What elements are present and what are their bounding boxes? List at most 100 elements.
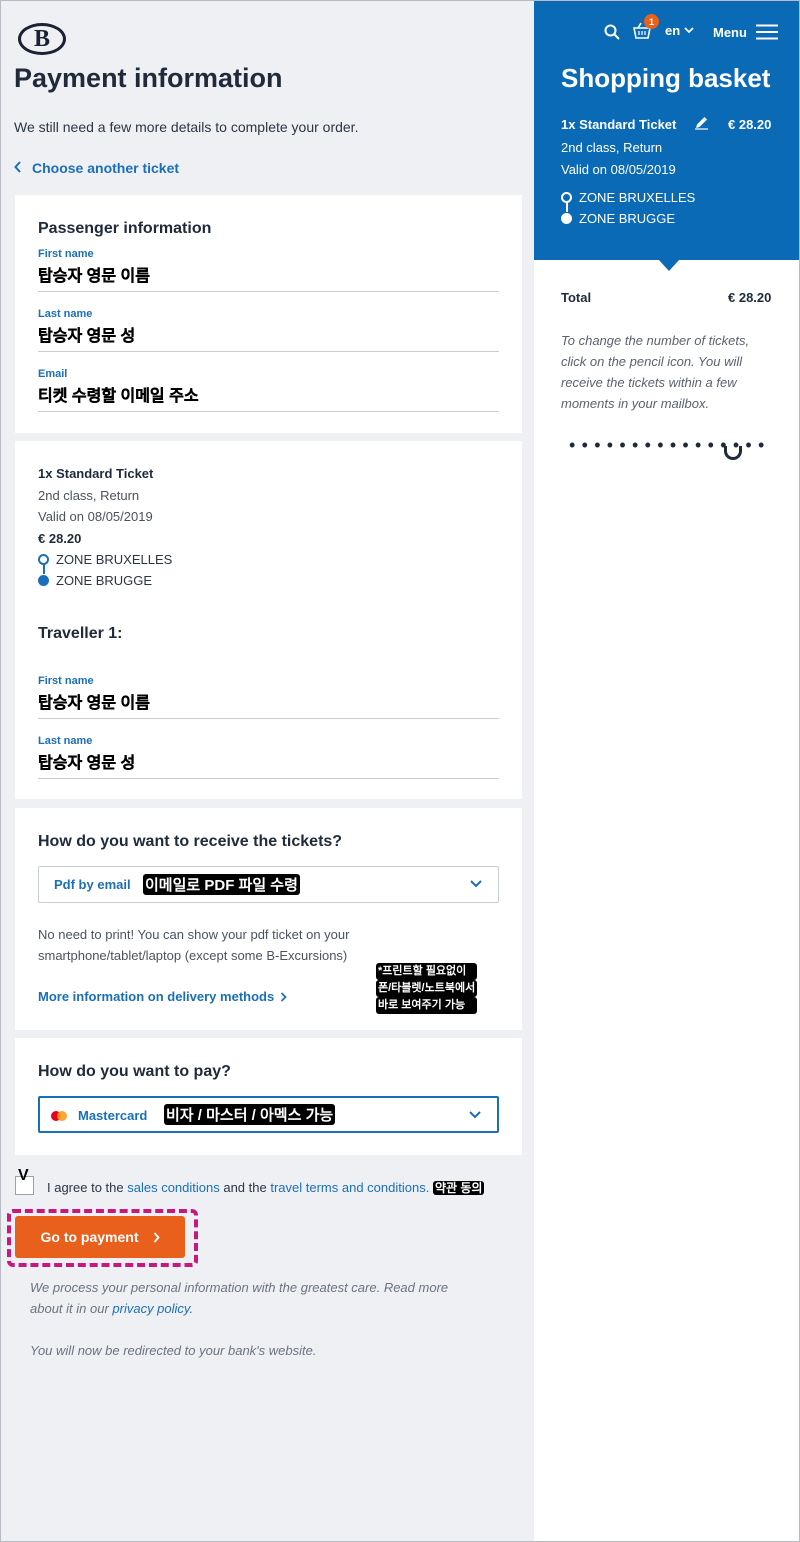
back-link-label: Choose another ticket <box>32 160 180 176</box>
total-label: Total <box>561 290 592 305</box>
route-line <box>565 202 568 212</box>
delivery-heading: How do you want to receive the tickets? <box>38 833 343 850</box>
chevron-down-icon <box>469 876 483 890</box>
checkout-form-column: B Payment information We still need a fe… <box>1 1 534 1541</box>
delivery-note: No need to print! You can show your pdf … <box>38 924 349 966</box>
payment-annotation: 비자 / 마스터 / 아멕스 가능 <box>164 1104 336 1125</box>
basket-ticket-valid: Valid on 08/05/2019 <box>561 161 676 177</box>
pencil-icon[interactable] <box>694 115 709 135</box>
basket-ticket-class: 2nd class, Return <box>561 140 663 155</box>
basket-header: 1 en Menu Shopping basket 1x Standard Ti… <box>534 1 799 260</box>
basket-route-destination: ZONE BRUGGE <box>561 208 695 229</box>
last-name-label: Last name <box>38 308 93 320</box>
traveller-last-name-value: 탑승자 영문 성 <box>38 755 136 772</box>
sncb-logo[interactable]: B <box>18 23 66 55</box>
last-name-field[interactable]: Last name 탑승자 영문 성 <box>38 308 499 352</box>
email-value: 티켓 수령할 이메일 주소 <box>38 388 199 405</box>
top-navigation: 1 en Menu <box>534 14 799 45</box>
basket-caret <box>658 259 680 271</box>
first-name-field[interactable]: First name 탑승자 영문 이름 <box>38 248 499 292</box>
passenger-info-heading: Passenger information <box>38 220 212 237</box>
basket-title: Shopping basket <box>561 63 771 93</box>
payment-selected-option: Mastercard <box>78 1108 148 1123</box>
search-icon[interactable] <box>604 24 620 45</box>
agree-text: I agree to the sales conditions and the … <box>47 1179 485 1196</box>
language-label: en <box>665 23 681 38</box>
chevron-down-icon <box>468 1107 482 1121</box>
side-note-line-2: 폰/타블렛/노트북에서 <box>376 980 478 997</box>
mastercard-icon <box>49 1109 69 1127</box>
delivery-annotation: 이메일로 PDF 파일 수령 <box>143 874 300 895</box>
travel-terms-link[interactable]: travel terms and conditions. <box>270 1180 429 1195</box>
ticket-route: ZONE BRUXELLES ZONE BRUGGE <box>38 549 172 591</box>
payment-method-card: How do you want to pay? Mastercard 비자 / … <box>15 1038 522 1155</box>
destination-dot-icon <box>561 213 572 224</box>
privacy-note: We process your personal information wit… <box>30 1277 448 1319</box>
basket-count-badge: 1 <box>644 14 659 29</box>
agree-prefix: I agree to the <box>47 1180 128 1195</box>
ticket-class: 2nd class, Return <box>38 487 140 503</box>
hamburger-icon <box>755 24 778 40</box>
choose-another-ticket-link[interactable]: Choose another ticket <box>14 160 179 176</box>
payment-method-select[interactable]: Mastercard 비자 / 마스터 / 아멕스 가능 <box>38 1096 499 1133</box>
passenger-info-card: Passenger information First name 탑승자 영문 … <box>15 195 522 433</box>
email-field[interactable]: Email 티켓 수령할 이메일 주소 <box>38 368 499 412</box>
delivery-info-link[interactable]: More information on delivery methods <box>38 989 287 1004</box>
side-note-line-3: 바로 보여주기 가능 <box>376 997 478 1014</box>
agree-annotation: 약관 동의 <box>432 1181 485 1195</box>
route-origin: ZONE BRUXELLES <box>38 549 172 570</box>
traveller-last-name-field[interactable]: Last name 탑승자 영문 성 <box>38 735 499 779</box>
basket-route-origin: ZONE BRUXELLES <box>561 187 695 208</box>
traveller-first-name-value: 탑승자 영문 이름 <box>38 695 150 712</box>
delivery-note-line-2: smartphone/tablet/laptop (except some B-… <box>38 948 348 963</box>
chevron-down-icon <box>684 27 694 34</box>
payment-heading: How do you want to pay? <box>38 1063 231 1080</box>
ticket-traveller-card: 1x Standard Ticket 2nd class, Return Val… <box>15 441 522 799</box>
delivery-method-card: How do you want to receive the tickets? … <box>15 808 522 1030</box>
destination-dot-icon <box>38 575 49 586</box>
menu-button[interactable]: Menu <box>713 24 778 40</box>
go-to-payment-button[interactable]: Go to payment <box>15 1216 185 1258</box>
route-destination: ZONE BRUGGE <box>38 570 172 591</box>
basket-route: ZONE BRUXELLES ZONE BRUGGE <box>561 187 695 229</box>
last-name-value: 탑승자 영문 성 <box>38 328 136 345</box>
traveller-first-name-field[interactable]: First name 탑승자 영문 이름 <box>38 675 499 719</box>
agree-middle: and the <box>219 1180 271 1195</box>
first-name-value: 탑승자 영문 이름 <box>38 268 150 285</box>
shopping-basket-panel: 1 en Menu Shopping basket 1x Standard Ti… <box>534 1 799 1541</box>
side-note-line-1: *프린트할 필요없이 <box>376 963 478 980</box>
ticket-summary: 1x Standard Ticket 2nd class, Return Val… <box>38 463 153 549</box>
privacy-policy-link[interactable]: privacy policy. <box>112 1301 193 1316</box>
basket-ticket-price: € 28.20 <box>728 117 772 132</box>
page-title: Payment information <box>14 63 283 93</box>
intro-text: We still need a few more details to comp… <box>14 119 359 135</box>
email-label: Email <box>38 368 68 380</box>
basket-note: To change the number of tickets, click o… <box>561 333 750 411</box>
chevron-right-icon <box>153 1231 160 1243</box>
delivery-selected-option: Pdf by email <box>54 877 131 892</box>
first-name-label: First name <box>38 248 94 260</box>
total-value: € 28.20 <box>728 290 772 305</box>
basket-ticket-name: 1x Standard Ticket <box>561 117 677 132</box>
delivery-note-line-1: No need to print! You can show your pdf … <box>38 927 350 942</box>
traveller-heading: Traveller 1: <box>38 625 123 642</box>
delivery-side-annotation: *프린트할 필요없이 폰/타블렛/노트북에서 바로 보여주기 가능 <box>376 963 478 1014</box>
language-selector[interactable]: en <box>665 23 694 38</box>
smile-icon <box>724 446 742 460</box>
privacy-note-line-2: about it in our <box>30 1301 113 1316</box>
ticket-valid: Valid on 08/05/2019 <box>38 509 153 524</box>
basket-ticket-details: 2nd class, Return Valid on 08/05/2019 <box>561 137 676 180</box>
agree-checkbox[interactable]: V <box>15 1167 34 1195</box>
traveller-last-name-label: Last name <box>38 735 93 747</box>
menu-label: Menu <box>713 24 747 40</box>
privacy-note-line-1: We process your personal information wit… <box>30 1280 449 1295</box>
delivery-method-select[interactable]: Pdf by email 이메일로 PDF 파일 수령 <box>38 866 499 903</box>
route-line <box>42 564 45 574</box>
ticket-price: € 28.20 <box>38 530 82 546</box>
traveller-first-name-label: First name <box>38 675 94 687</box>
check-mark-annotation: V <box>18 1167 29 1184</box>
go-to-payment-label: Go to payment <box>40 1229 139 1245</box>
sales-conditions-link[interactable]: sales conditions <box>127 1180 220 1195</box>
chevron-left-icon <box>14 160 22 176</box>
ticket-name: 1x Standard Ticket <box>38 466 154 481</box>
